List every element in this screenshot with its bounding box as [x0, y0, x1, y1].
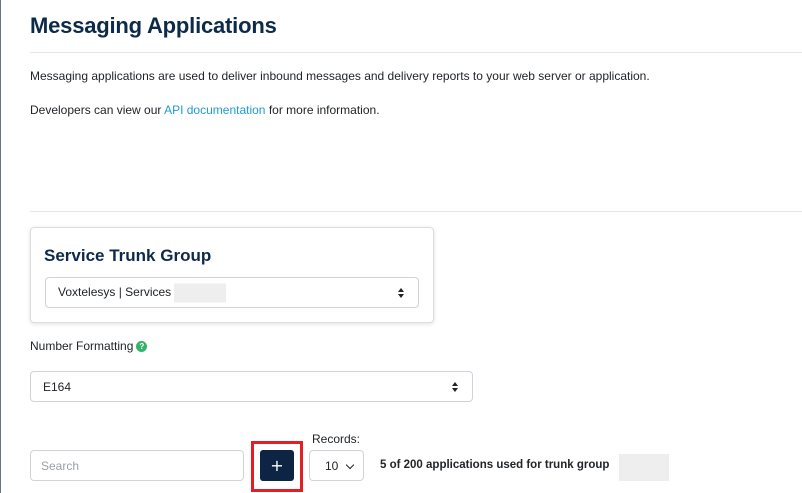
- page-description: Messaging applications are used to deliv…: [30, 69, 650, 83]
- up-down-caret-icon: [398, 287, 406, 298]
- service-trunk-group-title: Service Trunk Group: [44, 246, 212, 265]
- records-per-page-select[interactable]: 10: [309, 450, 364, 481]
- trunk-group-selected-value: Voxtelesys | Services: [58, 283, 227, 302]
- number-formatting-selected-value: E164: [43, 379, 72, 394]
- trunk-group-select[interactable]: Voxtelesys | Services: [45, 277, 419, 308]
- api-documentation-link[interactable]: API documentation: [164, 103, 265, 117]
- add-application-button[interactable]: +: [260, 450, 294, 481]
- question-circle-icon[interactable]: ?: [136, 341, 148, 352]
- messaging-applications-page: Messaging Applications Messaging applica…: [0, 0, 802, 493]
- service-trunk-group-card: Service Trunk Group Voxtelesys | Service…: [30, 227, 434, 323]
- number-formatting-select[interactable]: E164: [30, 371, 473, 402]
- title-divider: [30, 52, 802, 53]
- developers-note: Developers can view our API documentatio…: [30, 103, 380, 117]
- number-formatting-label-text: Number Formatting: [30, 339, 134, 353]
- redacted-block: [619, 454, 669, 481]
- records-label: Records:: [312, 432, 361, 446]
- developers-note-prefix: Developers can view our: [30, 103, 165, 117]
- developers-note-suffix: for more information.: [265, 103, 380, 117]
- redacted-block: [174, 283, 227, 302]
- records-per-page-value: 10: [325, 458, 339, 473]
- number-formatting-label: Number Formatting?: [30, 339, 148, 353]
- section-divider: [30, 211, 802, 212]
- application-usage-text: 5 of 200 applications used for trunk gro…: [380, 459, 610, 471]
- search-input[interactable]: [30, 450, 244, 481]
- chevron-down-icon: [345, 460, 355, 470]
- trunk-group-selected-text: Voxtelesys | Services: [58, 284, 172, 299]
- page-title: Messaging Applications: [30, 13, 277, 38]
- up-down-caret-icon: [452, 381, 460, 392]
